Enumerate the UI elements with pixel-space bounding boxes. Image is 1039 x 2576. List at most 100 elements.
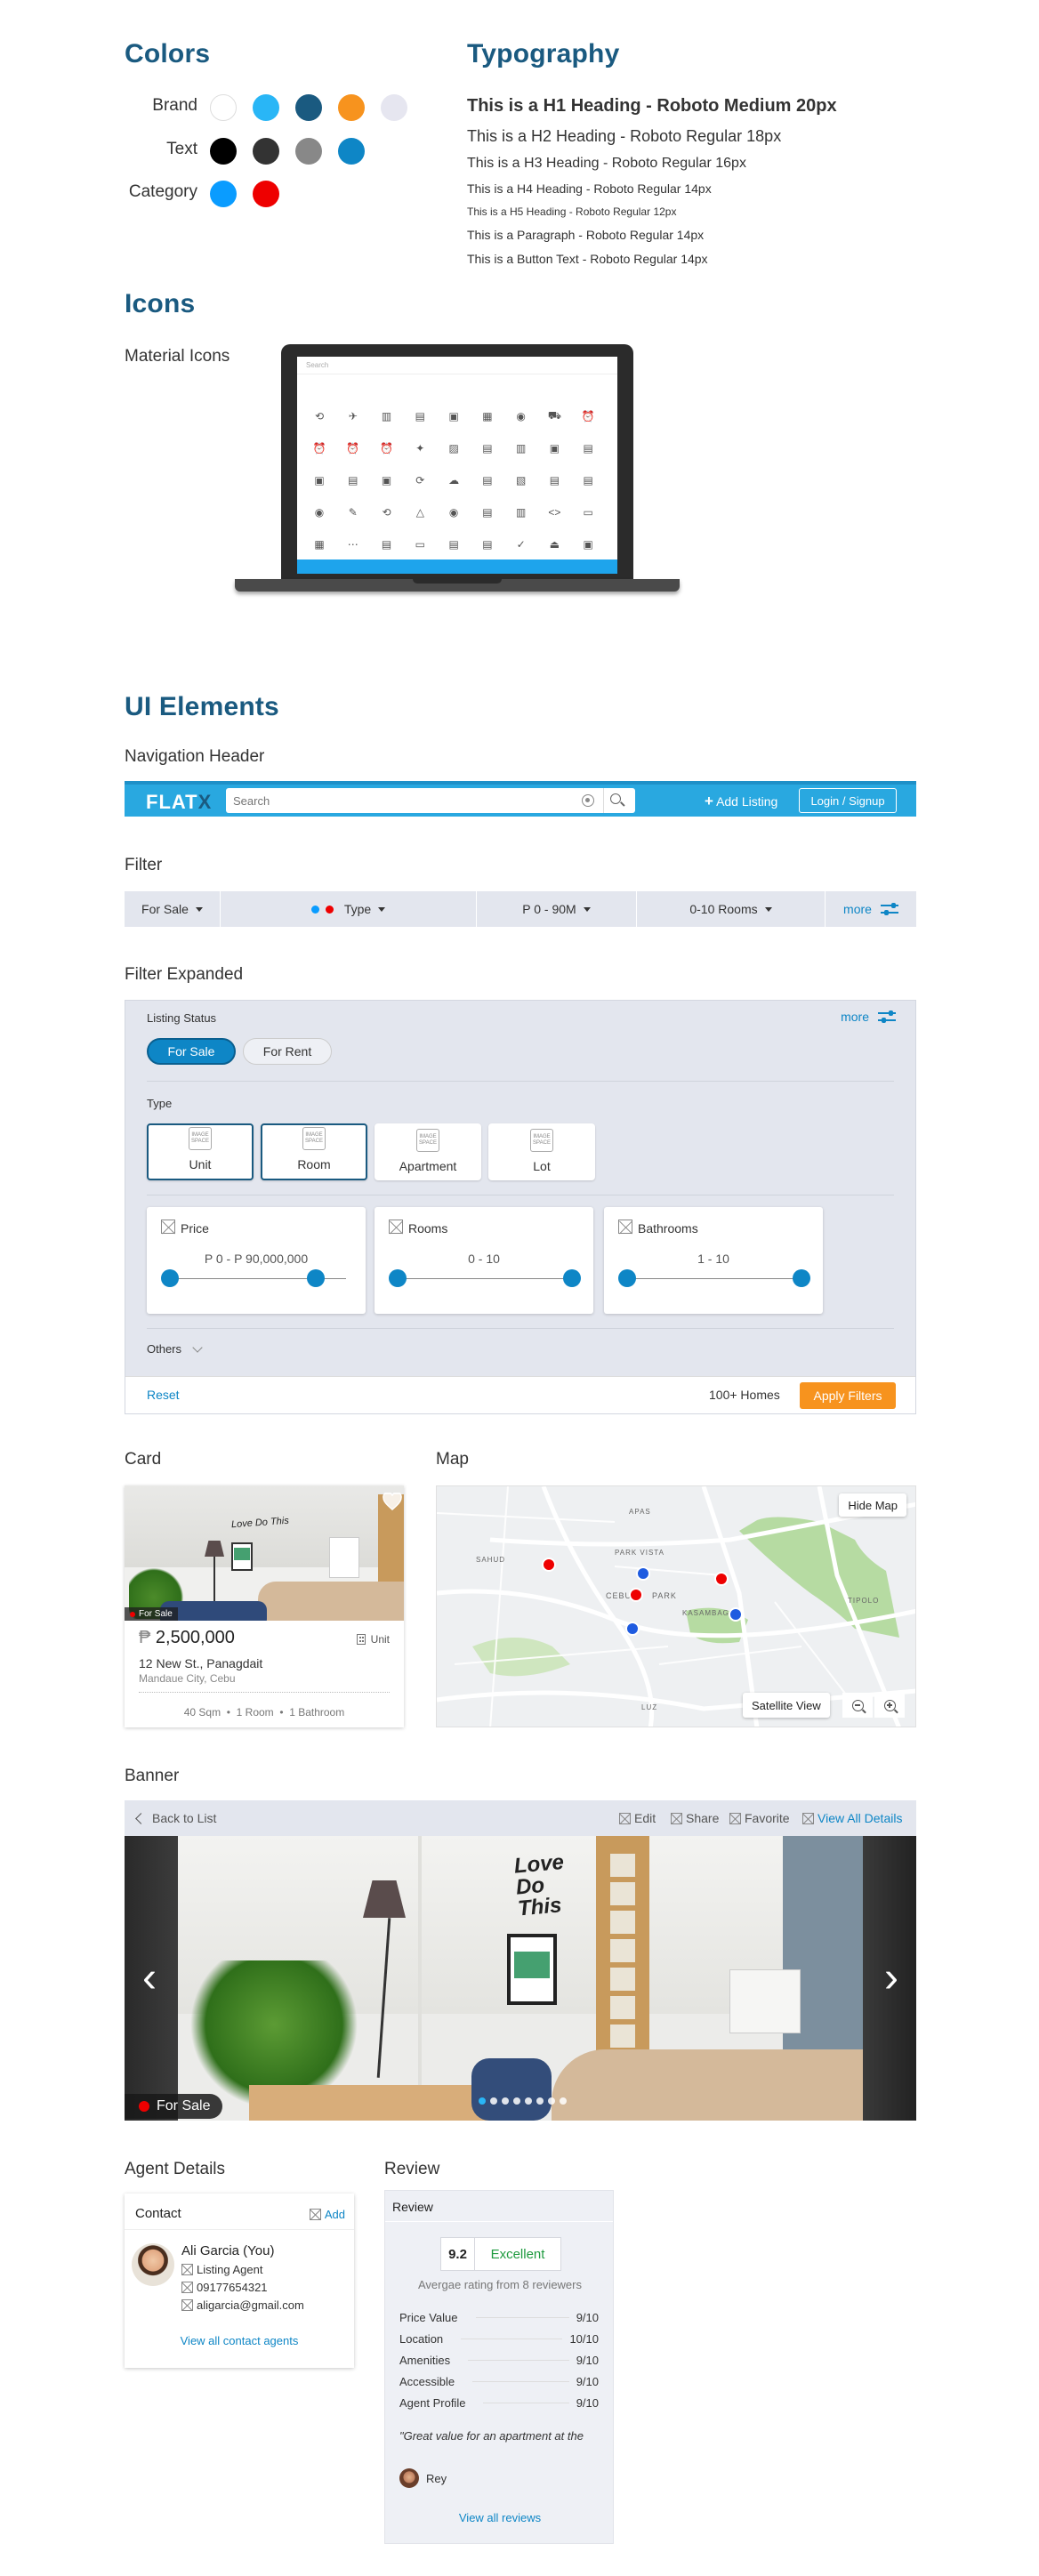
agent-email[interactable]: aligarcia@gmail.com	[181, 2298, 304, 2312]
material-icon: ⏰	[581, 410, 595, 423]
rooms-slider-track[interactable]	[394, 1278, 574, 1279]
typography-title: Typography	[467, 39, 620, 68]
for-rent-toggle[interactable]: For Rent	[243, 1038, 332, 1065]
typo-h4: This is a H4 Heading - Roboto Regular 14…	[467, 181, 712, 196]
carousel-dot[interactable]	[479, 2097, 486, 2105]
back-to-list-link[interactable]: Back to List	[135, 1811, 216, 1825]
category-color-swatch	[253, 181, 279, 207]
bathrooms-slider-track[interactable]	[624, 1278, 803, 1279]
carousel-dot[interactable]	[548, 2097, 555, 2105]
status-filter[interactable]: For Sale	[125, 891, 221, 927]
type-filter[interactable]: Type	[221, 891, 477, 927]
carousel-dot[interactable]	[536, 2097, 544, 2105]
view-all-agents-link[interactable]: View all contact agents	[125, 2334, 354, 2347]
login-signup-button[interactable]: Login / Signup	[799, 788, 897, 813]
reset-button[interactable]: Reset	[147, 1388, 180, 1402]
apply-filters-button[interactable]: Apply Filters	[800, 1382, 896, 1409]
nav-section-label: Navigation Header	[125, 747, 265, 766]
rooms-filter[interactable]: 0-10 Rooms	[637, 891, 826, 927]
view-all-reviews-link[interactable]: View all reviews	[385, 2511, 615, 2524]
screen-search-bar: Search	[297, 357, 617, 374]
icons-title: Icons	[125, 289, 196, 318]
zoom-in-button[interactable]	[874, 1693, 905, 1718]
material-icon: ▤	[482, 506, 493, 519]
location-icon[interactable]	[582, 794, 594, 807]
material-icon: ▦	[482, 410, 493, 423]
price-slider-min-handle[interactable]	[161, 1269, 179, 1287]
typo-button: This is a Button Text - Roboto Regular 1…	[467, 252, 708, 266]
carousel-dot[interactable]	[502, 2097, 509, 2105]
price-slider-max-handle[interactable]	[307, 1269, 325, 1287]
for-sale-toggle[interactable]: For Sale	[147, 1038, 236, 1065]
logo[interactable]: FLATX	[146, 791, 212, 814]
search-icon[interactable]	[610, 793, 625, 807]
zoom-out-icon	[851, 1699, 866, 1713]
carousel-prev-button[interactable]: ‹	[142, 1957, 157, 2000]
map-view[interactable]: SAHUD PARK VISTA CEBU PARK KASAMBAGAN TI…	[436, 1485, 916, 1727]
price-range-card: Price P 0 - P 90,000,000	[147, 1207, 366, 1314]
agent-avatar	[132, 2243, 174, 2286]
material-icon: ✓	[516, 538, 526, 551]
edit-button[interactable]: Edit	[619, 1811, 656, 1825]
laptop-mockup: Search ⟲ ✈ ▥ ▤ ▣ ▦ ◉ ⛟ ⏰ ⏰ ⏰ ⏰ ✦ ▨ ▤ ▥ ▣ ▤ ▣ ▤ ▣ ⟳ ☁ ▤ ▧ ▤ ▤ ◉ ✎ ⟲ △ ◉ ▤…	[235, 344, 680, 608]
review-header: Review	[392, 2200, 433, 2214]
carousel-indicators	[479, 2097, 567, 2105]
type-card-unit[interactable]: IMAGE SPACE Unit	[147, 1123, 254, 1180]
map-pin-blue[interactable]	[729, 1607, 743, 1622]
image-placeholder-icon: IMAGE SPACE	[302, 1127, 326, 1150]
more-filters-link[interactable]: more	[841, 1010, 896, 1024]
review-quote: "Great value for an apartment at the	[399, 2429, 584, 2443]
rooms-slider-max-handle[interactable]	[563, 1269, 581, 1287]
material-icon: ▤	[583, 474, 593, 487]
bathrooms-slider-min-handle[interactable]	[618, 1269, 636, 1287]
map-pin-blue[interactable]	[625, 1622, 640, 1636]
zoom-out-button[interactable]	[842, 1693, 873, 1718]
image-placeholder-icon	[618, 1220, 632, 1234]
tune-icon	[878, 1010, 896, 1023]
carousel-dot[interactable]	[525, 2097, 532, 2105]
type-card-lot[interactable]: IMAGE SPACE Lot	[488, 1123, 595, 1180]
type-label: Type	[147, 1097, 173, 1110]
rooms-slider-min-handle[interactable]	[389, 1269, 407, 1287]
rating-verdict: Excellent	[490, 2246, 545, 2262]
others-toggle[interactable]: Others	[147, 1341, 203, 1356]
material-icon: ✈	[348, 410, 358, 423]
favorite-button[interactable]: Favorite	[729, 1811, 790, 1825]
agent-name: Ali Garcia (You)	[181, 2243, 275, 2258]
material-icon: <>	[548, 506, 561, 519]
map-pin-red[interactable]	[714, 1572, 729, 1586]
share-button[interactable]: Share	[671, 1811, 719, 1825]
more-filters-button[interactable]: more	[826, 891, 916, 927]
add-contact-button[interactable]: Add	[309, 2208, 345, 2221]
listing-price: ₱ 2,500,000	[139, 1628, 235, 1647]
favorite-heart-icon[interactable]	[383, 1491, 402, 1510]
carousel-next-button[interactable]: ›	[884, 1957, 898, 2000]
for-sale-badge: For Sale	[125, 1607, 178, 1621]
map-pin-red[interactable]	[629, 1588, 643, 1602]
criteria-label: Agent Profile	[399, 2395, 466, 2410]
caret-down-icon	[764, 906, 772, 912]
hide-map-button[interactable]: Hide Map	[839, 1493, 906, 1517]
image-placeholder-icon: IMAGE SPACE	[416, 1129, 439, 1152]
map-pin-red[interactable]	[542, 1558, 556, 1572]
tune-icon	[880, 903, 898, 915]
carousel-dot[interactable]	[513, 2097, 520, 2105]
price-filter[interactable]: P 0 - 90M	[477, 891, 637, 927]
banner-photo: Love Do This	[178, 1836, 863, 2121]
reviewer-avatar	[399, 2468, 419, 2488]
satellite-view-button[interactable]: Satellite View	[743, 1693, 830, 1718]
material-icon: ⏰	[312, 442, 326, 455]
material-icon: ▧	[515, 474, 527, 487]
carousel-dot[interactable]	[560, 2097, 567, 2105]
carousel-dot[interactable]	[490, 2097, 497, 2105]
search-input[interactable]	[233, 792, 571, 809]
map-pin-blue[interactable]	[636, 1566, 650, 1581]
add-listing-button[interactable]: + Add Listing	[705, 793, 777, 810]
view-all-details-link[interactable]: View All Details	[802, 1811, 902, 1825]
type-card-room[interactable]: IMAGE SPACE Room	[261, 1123, 367, 1180]
material-icon: ⋯	[347, 538, 358, 551]
type-card-apartment[interactable]: IMAGE SPACE Apartment	[375, 1123, 481, 1180]
bathrooms-slider-max-handle[interactable]	[793, 1269, 810, 1287]
listing-card[interactable]: Love Do This For Sale ₱ 2,500,000 Unit 1…	[125, 1485, 404, 1727]
agent-phone[interactable]: 09177654321	[181, 2281, 268, 2294]
